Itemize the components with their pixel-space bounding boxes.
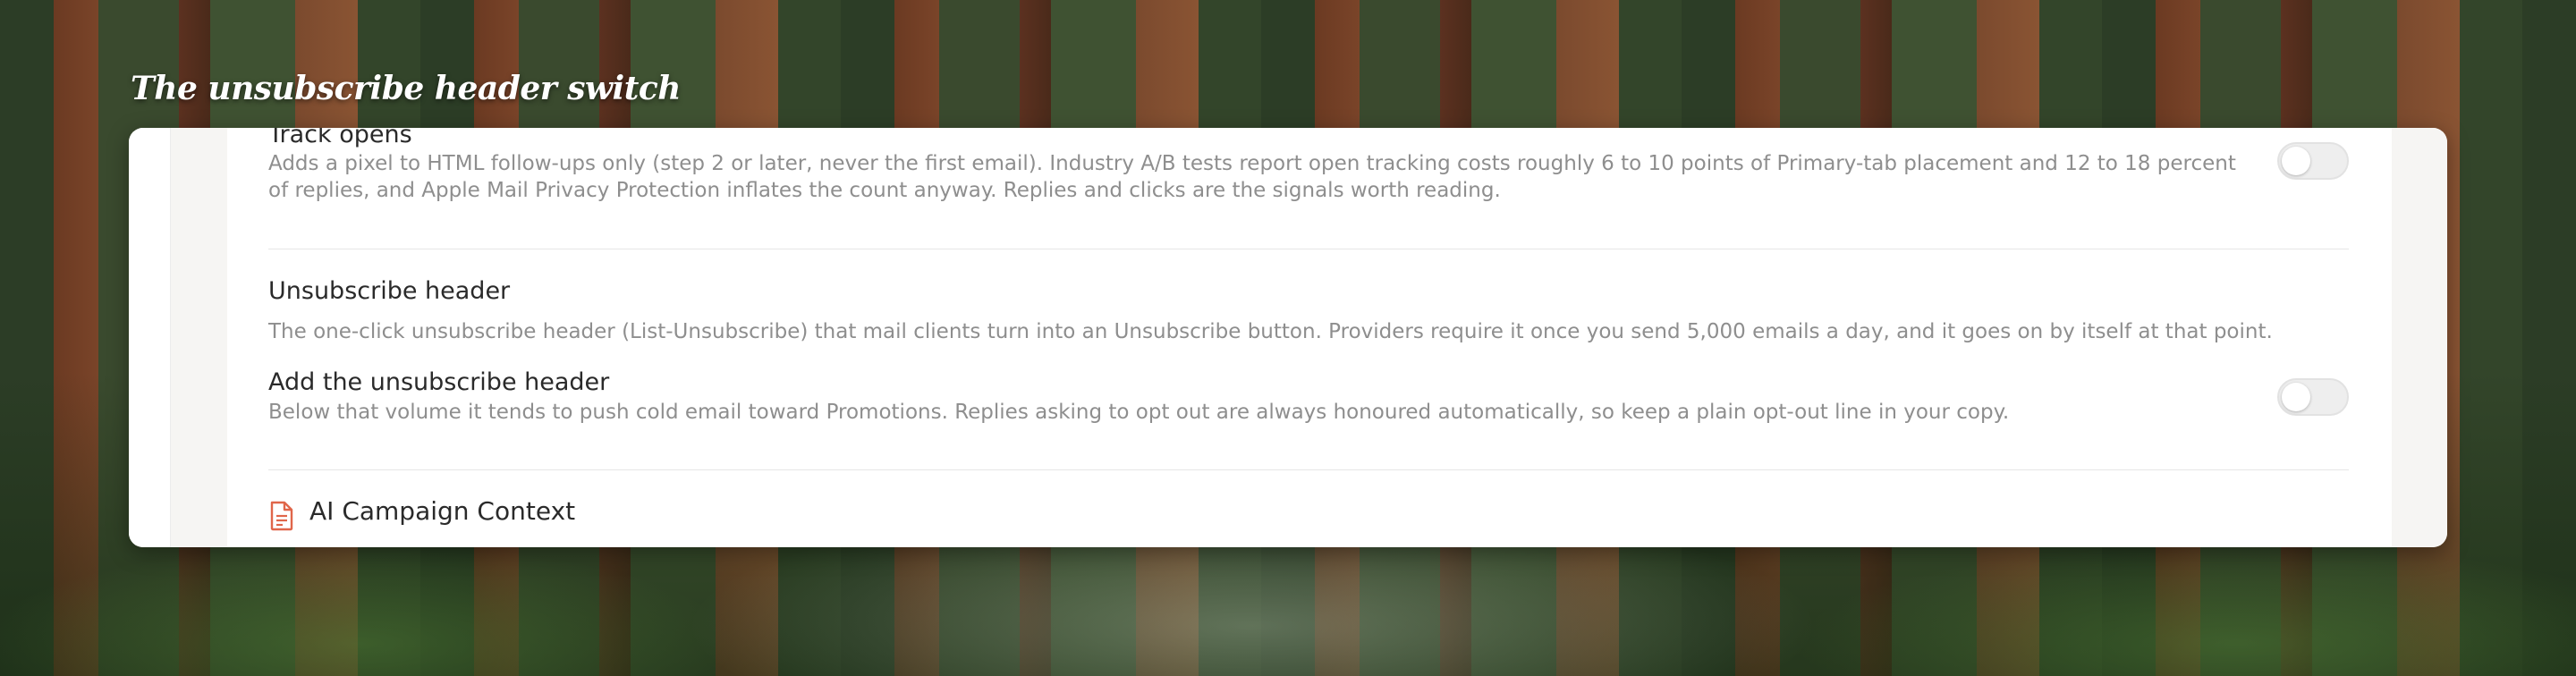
settings-panel: Track opens Adds a pixel to HTML follow-… xyxy=(129,128,2447,547)
left-rail-inner xyxy=(170,128,228,547)
document-icon xyxy=(270,501,293,531)
toggle-knob xyxy=(2282,383,2310,411)
track-opens-description: Adds a pixel to HTML follow-ups only (st… xyxy=(268,152,2236,202)
add-unsubscribe-title: Add the unsubscribe header xyxy=(268,368,610,396)
settings-content: Track opens Adds a pixel to HTML follow-… xyxy=(227,128,2392,547)
unsubscribe-section-title: Unsubscribe header xyxy=(268,277,511,305)
ai-campaign-context-title[interactable]: AI Campaign Context xyxy=(309,496,575,526)
unsubscribe-section-description: The one-click unsubscribe header (List-U… xyxy=(268,320,2273,343)
divider xyxy=(268,469,2349,470)
page-caption: The unsubscribe header switch xyxy=(131,70,681,107)
track-opens-title: Track opens xyxy=(268,128,412,148)
right-rail xyxy=(2391,128,2447,547)
left-rail xyxy=(129,128,228,547)
toggle-knob xyxy=(2282,147,2310,175)
track-opens-toggle[interactable] xyxy=(2277,142,2349,180)
add-unsubscribe-toggle[interactable] xyxy=(2277,378,2349,416)
add-unsubscribe-description: Below that volume it tends to push cold … xyxy=(268,401,2010,424)
